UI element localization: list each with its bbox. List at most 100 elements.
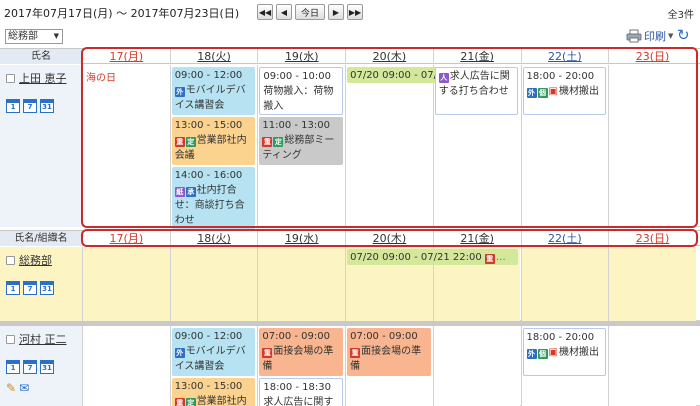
- event-tag-icon: 外: [174, 87, 185, 97]
- week-calendar-icon[interactable]: 7: [23, 281, 37, 295]
- day-label[interactable]: 22(土): [548, 50, 582, 63]
- mail-icon[interactable]: ✉: [19, 381, 29, 395]
- name-cell: 河村 正二 1 7 31 ✎ ✉: [0, 326, 82, 406]
- event-desc: モバイルデバイス講習会: [174, 346, 246, 372]
- refresh-icon[interactable]: ↻: [677, 26, 690, 44]
- day-label[interactable]: 18(火): [197, 232, 231, 245]
- day-header-3[interactable]: 20(木): [345, 49, 433, 64]
- day-label[interactable]: 20(木): [373, 232, 407, 245]
- day-cell[interactable]: [520, 247, 609, 321]
- day-label[interactable]: 19(水): [285, 232, 319, 245]
- day-label[interactable]: 20(木): [373, 50, 407, 63]
- day-calendar-icon[interactable]: 1: [6, 281, 20, 295]
- day-label[interactable]: 21(金): [460, 50, 494, 63]
- day-header-0[interactable]: 17(月): [82, 231, 170, 246]
- edit-icon[interactable]: ✎: [6, 381, 16, 395]
- day-cell[interactable]: [608, 247, 696, 321]
- select-checkbox[interactable]: [6, 255, 15, 265]
- chevron-down-icon: ▼: [668, 32, 674, 40]
- schedule-event[interactable]: 07:00 - 09:00 重面接会場の準備: [347, 328, 431, 376]
- schedule-event[interactable]: 18:00 - 18:30 求人広告に関する: [259, 378, 344, 406]
- day-header-6[interactable]: 23(日): [608, 49, 696, 64]
- name-column-header: 氏名: [0, 49, 82, 64]
- schedule-event[interactable]: 14:00 - 16:00 紙承社内打合せ：商談打ち合わせ: [171, 167, 256, 230]
- day-header-6[interactable]: 23(日): [608, 231, 696, 246]
- day-label[interactable]: 22(土): [548, 232, 582, 245]
- day-cell[interactable]: [169, 247, 258, 321]
- day-label[interactable]: 18(火): [197, 50, 231, 63]
- day-header-0[interactable]: 17(月): [82, 49, 170, 64]
- select-checkbox[interactable]: [6, 334, 15, 344]
- schedule-event[interactable]: 09:00 - 12:00 外モバイルデバイス講習会: [171, 67, 256, 115]
- last-week-button[interactable]: ▶▶: [347, 4, 363, 20]
- day-label[interactable]: 17(月): [110, 232, 144, 245]
- day-cell[interactable]: [257, 247, 346, 321]
- day-cell[interactable]: [82, 247, 170, 321]
- schedule-event[interactable]: 07:00 - 09:00 重面接会場の準備: [259, 328, 344, 376]
- chevron-down-icon: ▼: [53, 32, 59, 40]
- event-title: 外モバイルデバイス講習会: [174, 344, 253, 374]
- schedule-event[interactable]: 18:00 - 20:00 外個 ▣機材搬出: [522, 67, 607, 115]
- day-header-4[interactable]: 21(金): [432, 49, 521, 64]
- schedule-event[interactable]: 人求人広告に関する打ち合わせ: [434, 67, 519, 115]
- day-header-1[interactable]: 18(火): [169, 231, 258, 246]
- day-cell[interactable]: [82, 326, 170, 406]
- day-cell[interactable]: [432, 326, 521, 406]
- day-header-2[interactable]: 19(水): [257, 231, 345, 246]
- event-time: 07:00 - 09:00: [350, 331, 418, 342]
- event-tag-icon: 重: [174, 398, 185, 406]
- event-tag-icon: 外: [526, 349, 537, 359]
- day-label[interactable]: 19(水): [285, 50, 319, 63]
- day-cell[interactable]: [608, 65, 696, 227]
- schedule-event[interactable]: 09:00 - 10:00 荷物搬入：荷物搬入: [259, 67, 344, 115]
- next-week-button[interactable]: ▶: [328, 4, 344, 20]
- day-label[interactable]: 23(日): [636, 50, 670, 63]
- person-name-link[interactable]: 河村 正二: [19, 331, 67, 347]
- week-calendar-icon[interactable]: 7: [23, 360, 37, 374]
- total-count: 全3件: [667, 10, 694, 21]
- week-calendar-icon[interactable]: 7: [23, 99, 37, 113]
- event-time: 07:00 - 09:00: [262, 331, 330, 342]
- person-name-link[interactable]: 上田 恵子: [19, 70, 67, 86]
- day-header-1[interactable]: 18(火): [169, 49, 258, 64]
- event-tag-icon: 重: [484, 254, 495, 264]
- day-label[interactable]: 23(日): [636, 232, 670, 245]
- day-header-2[interactable]: 19(水): [257, 49, 345, 64]
- schedule-event[interactable]: 09:00 - 12:00 外モバイルデバイス講習会: [171, 328, 256, 376]
- person-row: 河村 正二 1 7 31 ✎ ✉ 09:00 - 12:00 外モバイルデバイス講習会 13:0…: [0, 326, 700, 406]
- day-calendar-icon[interactable]: 1: [6, 360, 20, 374]
- schedule-event[interactable]: 13:00 - 15:00 重定営業部社内会議: [171, 117, 256, 165]
- group-select-value: 総務部: [8, 31, 38, 42]
- day-cell[interactable]: [345, 65, 433, 227]
- day-header-5[interactable]: 22(土): [520, 49, 609, 64]
- event-time: 18:00 - 18:30: [263, 382, 331, 393]
- schedule-event[interactable]: 07/20 09:00 - 07/21 22:00重…: [347, 249, 519, 265]
- today-button[interactable]: 今日: [295, 4, 325, 20]
- event-time: 09:00 - 12:00: [174, 70, 243, 81]
- print-button[interactable]: 印刷 ▼: [626, 28, 673, 44]
- day-header-4[interactable]: 21(金): [432, 231, 521, 246]
- first-week-button[interactable]: ◀◀: [257, 4, 273, 20]
- event-tag-icon: 承: [185, 187, 196, 197]
- select-checkbox[interactable]: [6, 73, 15, 83]
- event-title: 重定総務部ミーティング: [262, 133, 340, 163]
- holiday-label: 海の日: [86, 73, 116, 84]
- group-select[interactable]: 総務部 ▼: [5, 29, 63, 44]
- event-tag-icon: 外: [526, 88, 537, 98]
- event-title: 求人広告に関する: [263, 395, 339, 406]
- month-calendar-icon[interactable]: 31: [40, 99, 54, 113]
- day-cell[interactable]: [82, 65, 170, 227]
- prev-week-button[interactable]: ◀: [276, 4, 292, 20]
- schedule-event[interactable]: 13:00 - 15:00 重定営業部社内: [171, 378, 256, 406]
- day-label[interactable]: 17(月): [110, 50, 144, 63]
- day-label[interactable]: 21(金): [460, 232, 494, 245]
- person-name-link[interactable]: 総務部: [19, 252, 52, 268]
- day-header-3[interactable]: 20(木): [345, 231, 433, 246]
- day-calendar-icon[interactable]: 1: [6, 99, 20, 113]
- day-header-5[interactable]: 22(土): [520, 231, 609, 246]
- day-cell[interactable]: [608, 326, 696, 406]
- month-calendar-icon[interactable]: 31: [40, 281, 54, 295]
- schedule-event[interactable]: 11:00 - 13:00 重定総務部ミーティング: [259, 117, 344, 165]
- month-calendar-icon[interactable]: 31: [40, 360, 54, 374]
- schedule-event[interactable]: 18:00 - 20:00 外個 ▣機材搬出: [522, 328, 607, 376]
